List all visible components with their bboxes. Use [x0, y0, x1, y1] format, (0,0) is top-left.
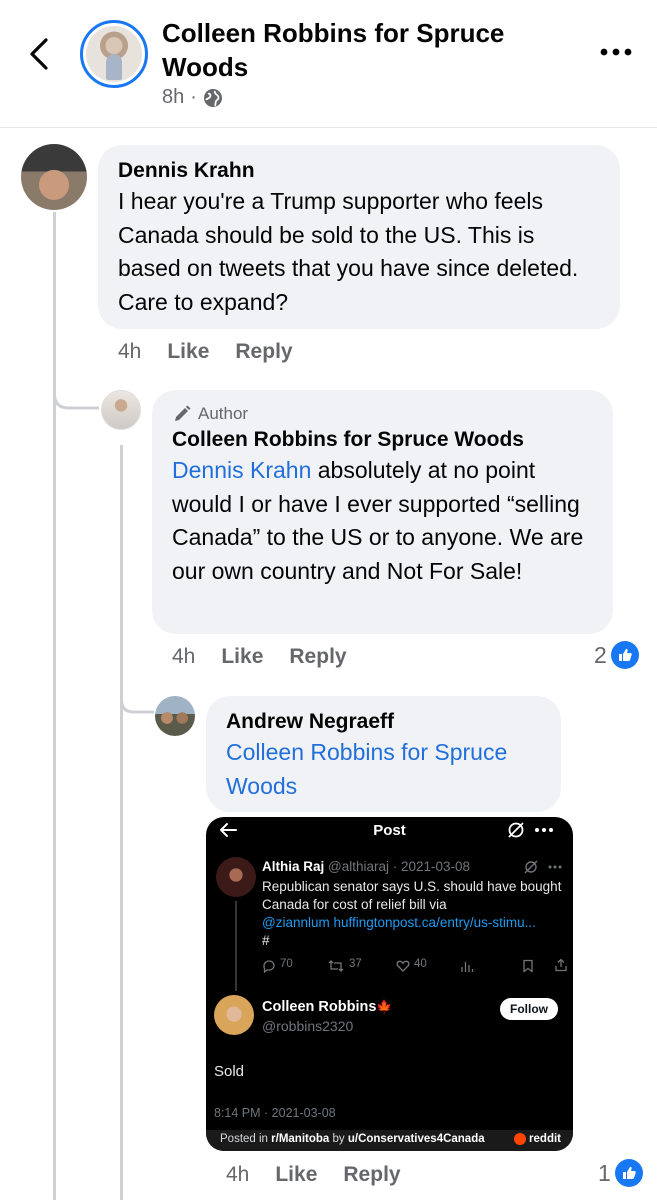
reply-button[interactable]: Reply: [289, 645, 346, 669]
tweet-author: Althia Raj: [262, 859, 325, 874]
reddit-wordmark: reddit: [529, 1133, 561, 1145]
tweet-text: Republican senator says U.S. should have…: [262, 878, 566, 950]
back-arrow-icon[interactable]: [22, 34, 58, 74]
page-avatar[interactable]: [80, 20, 148, 88]
tweet-link: @ziannlum huffingtonpost.ca/entry/us-sti…: [262, 915, 536, 930]
like-count: 40: [414, 958, 427, 970]
tweet-hash: #: [262, 933, 270, 948]
reddit-caption: Posted in r/Manitoba by u/Conservatives4…: [220, 1133, 485, 1145]
commenter-name[interactable]: Andrew Negraeff: [226, 708, 541, 736]
reply-button[interactable]: Reply: [343, 1163, 400, 1187]
reply-count: 70: [280, 958, 293, 970]
author-label: Author: [198, 404, 249, 423]
comment-actions: 4h Like Reply: [226, 1163, 427, 1187]
reaction-summary[interactable]: 2: [594, 641, 639, 669]
reply-count-icon: [263, 960, 275, 973]
retweet-icon: [328, 960, 344, 972]
attached-screenshot[interactable]: Post Althia Raj @althiaraj · 2021-03-08 …: [206, 817, 573, 1151]
comment-text: Dennis Krahn absolutely at no point woul…: [172, 454, 593, 588]
reddit-logo: reddit: [514, 1133, 561, 1145]
bookmark-icon: [523, 959, 533, 973]
thread-line-nested: [120, 445, 123, 1200]
thread-line: [53, 212, 56, 1200]
caption-prefix: Posted in: [220, 1133, 272, 1145]
comment-time: 4h: [172, 645, 196, 668]
avatar-andrew-negraeff[interactable]: [155, 696, 195, 736]
caption-by: by: [329, 1133, 348, 1145]
reply-author: Colleen Robbins🍁: [262, 999, 393, 1015]
reddit-caption-bar: Posted in r/Manitoba by u/Conservatives4…: [206, 1130, 573, 1151]
views-icon: [461, 962, 474, 972]
heart-icon: [396, 960, 410, 972]
reaction-count: 2: [594, 641, 607, 668]
like-reaction-icon: [610, 641, 639, 669]
reply-text: Sold: [214, 1063, 245, 1080]
comment-actions: 4h Like Reply: [172, 645, 373, 669]
comment-time: 4h: [226, 1163, 250, 1186]
commenter-name[interactable]: Colleen Robbins for Spruce Woods: [172, 426, 593, 454]
mention-link[interactable]: Colleen Robbins for Spruce Woods: [226, 736, 541, 803]
like-button[interactable]: Like: [221, 645, 263, 669]
thread-connector: [53, 380, 99, 410]
comment-bubble[interactable]: Dennis Krahn I hear you're a Trump suppo…: [98, 145, 620, 329]
tweet-stats: 70 37 40: [262, 957, 568, 975]
comment-time: 4h: [118, 340, 142, 363]
tweet-body: Republican senator says U.S. should have…: [262, 879, 562, 912]
post-time: 8h: [162, 86, 185, 108]
reddit-username: u/Conservatives4Canada: [347, 1133, 485, 1145]
subreddit-name: r/Manitoba: [271, 1133, 330, 1145]
mention-link[interactable]: Dennis Krahn: [172, 457, 311, 483]
reply-button[interactable]: Reply: [235, 340, 292, 364]
commenter-name[interactable]: Dennis Krahn: [118, 157, 600, 185]
author-badge: Author: [172, 402, 593, 426]
share-icon: [555, 958, 567, 972]
tweet-header: Althia Raj @althiaraj · 2021-03-08: [262, 859, 470, 874]
comment-bubble[interactable]: Andrew Negraeff Colleen Robbins for Spru…: [206, 696, 561, 812]
tweet-more-icon: [524, 860, 562, 874]
reply-author-name: Colleen Robbins: [262, 999, 377, 1015]
more-options-icon[interactable]: [598, 40, 634, 64]
page-title[interactable]: Colleen Robbins for Spruce Woods: [162, 16, 522, 84]
follow-button: Follow: [500, 998, 558, 1020]
retweet-count: 37: [349, 958, 362, 970]
avatar-dennis-krahn[interactable]: [21, 144, 87, 210]
reply-avatar: [214, 995, 254, 1035]
meta-separator: ·: [190, 86, 197, 108]
maple-leaf-icon: 🍁: [376, 999, 393, 1014]
post-meta: 8h ·: [162, 86, 223, 109]
embedded-topbar: Post: [206, 817, 573, 845]
pencil-icon: [175, 405, 191, 421]
tweet-handle: @althiaraj · 2021-03-08: [328, 859, 471, 874]
reply-date: 8:14 PM · 2021-03-08: [214, 1106, 336, 1120]
tweet-thread-line: [235, 901, 237, 991]
thread-connector-nested: [120, 690, 154, 714]
reply-handle: @robbins2320: [262, 1018, 354, 1034]
like-reaction-icon: [614, 1159, 643, 1187]
reddit-snoo-icon: [514, 1133, 527, 1145]
reaction-count: 1: [598, 1159, 611, 1186]
reaction-summary[interactable]: 1: [598, 1159, 643, 1187]
comment-actions: 4h Like Reply: [118, 340, 319, 364]
like-button[interactable]: Like: [167, 340, 209, 364]
comment-text: I hear you're a Trump supporter who feel…: [118, 188, 579, 315]
post-header: Colleen Robbins for Spruce Woods 8h ·: [0, 0, 657, 128]
like-button[interactable]: Like: [275, 1163, 317, 1187]
tweet-avatar: [216, 857, 256, 897]
embedded-actions-icon: [508, 822, 553, 838]
globe-icon: [203, 88, 222, 107]
comment-bubble[interactable]: Author Colleen Robbins for Spruce Woods …: [152, 390, 613, 634]
avatar-colleen-robbins[interactable]: [101, 390, 141, 430]
